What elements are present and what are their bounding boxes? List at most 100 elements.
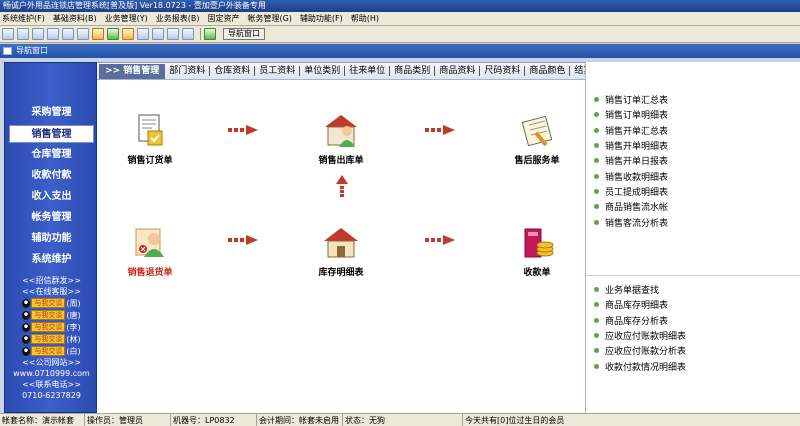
new-doc-icon[interactable] [2,28,14,40]
sidebar-contact: <<招信群发>> <<在线客服>> 与我交谈 (周) 与我交谈 (唐) 与我交谈… [5,275,98,401]
window-icon [3,47,12,55]
report-link[interactable]: 应收应付账款明细表 [586,328,800,343]
bullet-icon [594,97,599,103]
sidebar-item-warehouse[interactable]: 仓库管理 [9,146,94,164]
warehouse-icon [321,223,361,263]
report-link[interactable]: 销售开单明细表 [586,138,800,153]
tab-unit-category[interactable]: 单位类别 [300,66,346,76]
report-link[interactable]: 销售开单日报表 [586,153,800,168]
group-message-link[interactable]: <<招信群发>> [5,275,98,286]
sidebar-item-income[interactable]: 收入支出 [9,188,94,206]
receipt-node[interactable]: 收款单 [497,223,577,278]
report-link-label: 员工提成明细表 [605,187,669,198]
menu-help[interactable]: 帮助(H) [351,13,379,24]
report-link[interactable]: 商品库存明细表 [586,297,800,312]
sidebar-item-purchase[interactable]: 采购管理 [9,104,94,122]
tab-department[interactable]: 部门资料 [165,66,211,76]
printer-icon[interactable] [167,28,179,40]
sidebar-item-aux[interactable]: 辅助功能 [9,230,94,248]
stamp-icon[interactable] [152,28,164,40]
preview-icon[interactable] [77,28,89,40]
app-title-bar: 畅诚户外用品连锁店管理系统[普及版] Ver18.0723 - 壹加壹户外装备专… [0,0,800,12]
bullet-icon [594,143,599,149]
report-link[interactable]: 销售订单汇总表 [586,92,800,107]
open-icon[interactable] [17,28,29,40]
tab-color[interactable]: 商品颜色 [525,66,571,76]
menu-accounts[interactable]: 帐务管理(G) [247,13,291,24]
child-window-title: 导航窗口 [16,46,48,55]
sidebar-item-accounts[interactable]: 帐务管理 [9,209,94,227]
report-link-label: 销售订单明细表 [605,111,669,122]
report-link-label: 销售开单日报表 [605,157,669,168]
qq-contact-zhou[interactable]: 与我交谈 (周) [5,297,98,309]
mdi-area: 导航窗口 采购管理 销售管理 仓库管理 收款付款 收入支出 帐务管理 辅助功能 … [0,44,800,413]
menu-basic-data[interactable]: 基础资料(B) [53,13,97,24]
menu-system[interactable]: 系统维护(F) [2,13,45,24]
bullet-icon [594,287,599,293]
nav-window-button[interactable]: 导航窗口 [223,28,265,40]
qq-contact-tang[interactable]: 与我交谈 (唐) [5,309,98,321]
bullet-icon [594,158,599,164]
toolbar: 导航窗口 [0,26,800,43]
qq-penguin-icon [22,322,31,332]
qq-contact-lin[interactable]: 与我交谈 (林) [5,333,98,345]
after-sale-node[interactable]: 售后服务单 [497,111,577,166]
report-link[interactable]: 商品库存分析表 [586,313,800,328]
money-icon[interactable] [122,28,134,40]
users-icon[interactable] [92,28,104,40]
qq-contact-li[interactable]: 与我交谈 (李) [5,321,98,333]
sales-outbound-node[interactable]: 销售出库单 [301,111,381,166]
sales-return-label: 销售退货单 [127,268,173,278]
save-icon[interactable] [32,28,44,40]
menu-reports[interactable]: 业务报表(B) [156,13,200,24]
report-link[interactable]: 收款付款情况明细表 [586,358,800,373]
tab-product-category[interactable]: 商品类别 [390,66,436,76]
sales-outbound-label: 销售出库单 [318,156,364,166]
print-icon[interactable] [62,28,74,40]
bullet-icon [594,333,599,339]
phone-label: <<联系电话>> [22,380,81,389]
receipt-label: 收款单 [523,268,551,278]
tab-partner[interactable]: 往来单位 [345,66,391,76]
report-link[interactable]: 销售订单明细表 [586,107,800,122]
report-link[interactable]: 销售客流分析表 [586,214,800,229]
bullet-icon [594,317,599,323]
status-machine: 机器号：LP0832 [171,413,257,426]
chart-icon[interactable] [137,28,149,40]
exit-icon[interactable] [204,28,216,40]
tab-product[interactable]: 商品资料 [435,66,481,76]
qq-contact-bai[interactable]: 与我交谈 (白) [5,345,98,357]
tab-size[interactable]: 尺码资料 [480,66,526,76]
menu-bar: 系统维护(F) 基础资料(B) 业务管理(Y) 业务报表(B) 固定资产 帐务管… [0,12,800,26]
sidebar-item-payments[interactable]: 收款付款 [9,167,94,185]
stock-detail-node[interactable]: 库存明细表 [301,223,381,278]
bullet-icon [594,302,599,308]
menu-business[interactable]: 业务管理(Y) [105,13,148,24]
report-link-label: 销售收款明细表 [605,172,669,183]
report-link[interactable]: 销售开单汇总表 [586,123,800,138]
copy-icon[interactable] [47,28,59,40]
report-link[interactable]: 商品销售流水帐 [586,199,800,214]
report-link[interactable]: 销售收款明细表 [586,168,800,183]
sidebar-item-sales[interactable]: 销售管理 [9,125,94,143]
report-link[interactable]: 员工提成明细表 [586,184,800,199]
help-icon[interactable] [182,28,194,40]
child-window-titlebar: 导航窗口 [0,44,800,58]
tab-employee[interactable]: 员工资料 [255,66,301,76]
bullet-icon [594,204,599,210]
report-link[interactable]: 业务单据查找 [586,282,800,297]
sidebar-item-system[interactable]: 系统维护 [9,251,94,269]
website-link[interactable]: www.0710999.com [5,368,98,379]
user-icon[interactable] [107,28,119,40]
qq-contact-name: (林) [66,334,81,344]
tab-warehouse[interactable]: 仓库资料 [210,66,256,76]
sales-order-node[interactable]: 销售订货单 [110,111,190,166]
sales-return-node[interactable]: 销售退货单 [110,223,190,278]
menu-aux[interactable]: 辅助功能(F) [300,13,343,24]
status-birthday: 今天共有[0]位过生日的会员 [465,415,565,425]
report-list-stock: 业务单据查找 商品库存明细表 商品库存分析表 应收应付账款明细表 应收应付账款分… [586,282,800,374]
bullet-icon [594,219,599,225]
report-link[interactable]: 应收应付账款分析表 [586,343,800,358]
menu-fixed-assets[interactable]: 固定资产 [207,13,239,24]
status-period: 会计期间：帐套未启用 [257,413,343,426]
